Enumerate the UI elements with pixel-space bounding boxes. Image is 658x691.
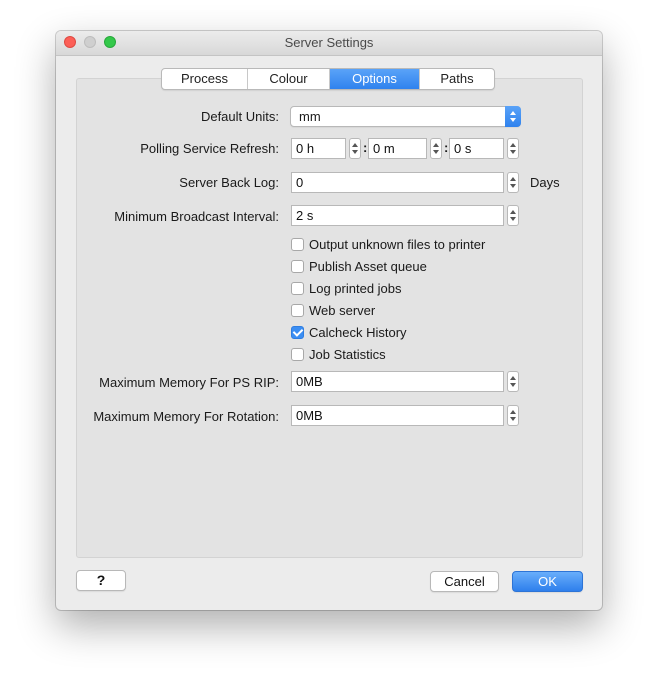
- checkbox-box[interactable]: [291, 281, 304, 295]
- time-separator: :: [363, 140, 368, 155]
- checkbox-box[interactable]: [291, 347, 304, 361]
- ok-button[interactable]: OK: [512, 571, 583, 592]
- select-arrows-icon: [505, 106, 521, 127]
- server-back-log-stepper[interactable]: [507, 172, 519, 193]
- tab-options[interactable]: Options: [330, 69, 420, 89]
- window-title: Server Settings: [284, 35, 374, 50]
- min-broadcast-label: Minimum Broadcast Interval:: [114, 209, 279, 224]
- help-button[interactable]: ?: [76, 570, 126, 591]
- tab-bar: Process Colour Options Paths: [161, 68, 495, 90]
- min-broadcast-field[interactable]: 2 s: [291, 205, 504, 226]
- checkbox-label: Calcheck History: [309, 324, 407, 340]
- checkbox-box[interactable]: [291, 303, 304, 317]
- checkbox-output-unknown[interactable]: Output unknown files to printer: [291, 236, 485, 252]
- polling-refresh-label: Polling Service Refresh:: [140, 141, 279, 156]
- checkbox-box[interactable]: [291, 237, 304, 251]
- checkbox-calcheck-history[interactable]: Calcheck History: [291, 324, 407, 340]
- max-mem-rotation-field[interactable]: 0MB: [291, 405, 504, 426]
- max-mem-ps-rip-stepper[interactable]: [507, 371, 519, 392]
- polling-hours-stepper[interactable]: [349, 138, 361, 159]
- polling-hours-field[interactable]: 0 h: [291, 138, 346, 159]
- polling-seconds-stepper[interactable]: [507, 138, 519, 159]
- default-units-select[interactable]: mm: [290, 106, 521, 127]
- default-units-value: mm: [299, 109, 321, 124]
- checkbox-label: Job Statistics: [309, 346, 386, 362]
- polling-minutes-stepper[interactable]: [430, 138, 442, 159]
- help-icon: ?: [96, 572, 106, 588]
- polling-minutes-field[interactable]: 0 m: [368, 138, 427, 159]
- title-bar[interactable]: Server Settings: [56, 31, 602, 56]
- default-units-label: Default Units:: [200, 109, 279, 124]
- server-settings-window: Server Settings Process Colour Options P…: [56, 31, 602, 610]
- max-mem-rotation-label: Maximum Memory For Rotation:: [93, 409, 279, 424]
- tab-colour[interactable]: Colour: [248, 69, 330, 89]
- tab-paths[interactable]: Paths: [420, 69, 494, 89]
- server-back-log-field[interactable]: 0: [291, 172, 504, 193]
- max-mem-rotation-stepper[interactable]: [507, 405, 519, 426]
- checkbox-label: Web server: [309, 302, 376, 318]
- polling-seconds-field[interactable]: 0 s: [449, 138, 504, 159]
- server-back-log-label: Server Back Log:: [179, 175, 279, 190]
- max-mem-ps-rip-field[interactable]: 0MB: [291, 371, 504, 392]
- checkbox-box-checked[interactable]: [291, 325, 304, 339]
- days-unit-label: Days: [530, 175, 560, 190]
- checkbox-job-statistics[interactable]: Job Statistics: [291, 346, 386, 362]
- checkbox-web-server[interactable]: Web server: [291, 302, 375, 318]
- checkbox-label: Output unknown files to printer: [309, 236, 486, 252]
- checkbox-box[interactable]: [291, 259, 304, 273]
- min-broadcast-stepper[interactable]: [507, 205, 519, 226]
- cancel-button[interactable]: Cancel: [430, 571, 499, 592]
- tab-process[interactable]: Process: [162, 69, 248, 89]
- time-separator: :: [444, 140, 449, 155]
- checkbox-label: Publish Asset queue: [309, 258, 427, 274]
- checkbox-log-printed-jobs[interactable]: Log printed jobs: [291, 280, 402, 296]
- checkbox-label: Log printed jobs: [309, 280, 402, 296]
- checkbox-publish-asset-queue[interactable]: Publish Asset queue: [291, 258, 427, 274]
- max-mem-ps-rip-label: Maximum Memory For PS RIP:: [99, 375, 279, 390]
